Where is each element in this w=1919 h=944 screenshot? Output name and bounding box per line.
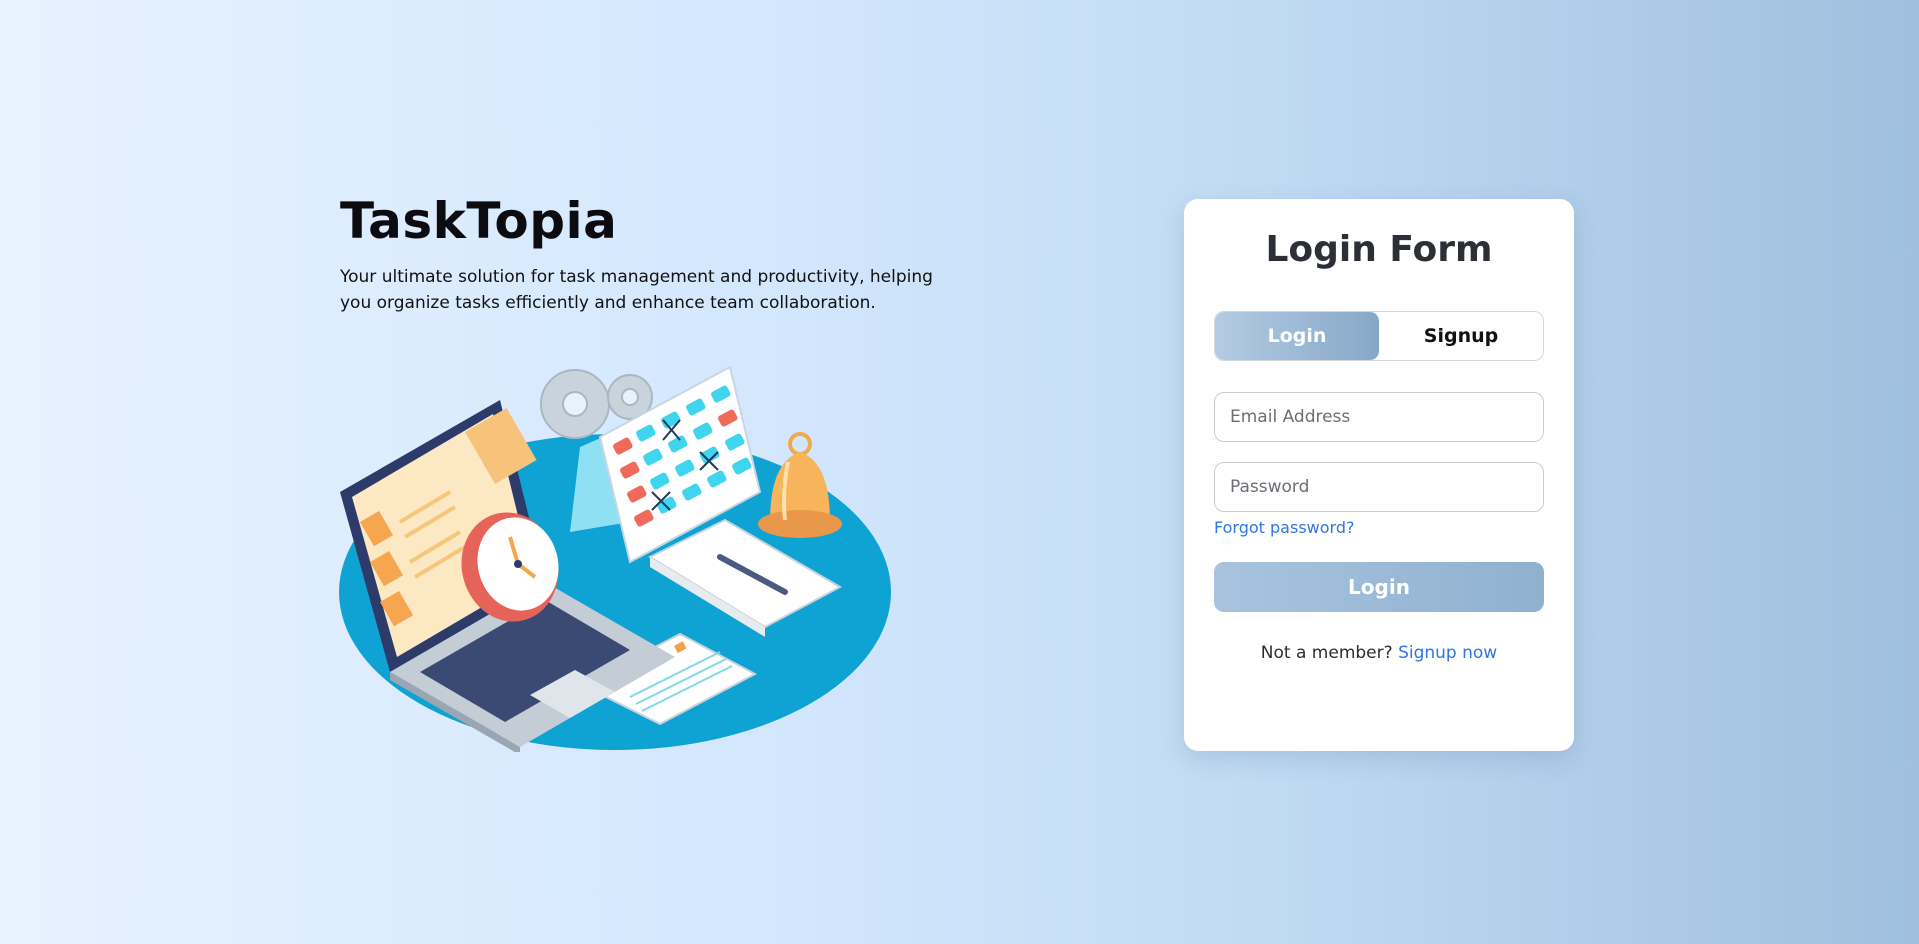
password-field[interactable]: [1214, 462, 1544, 512]
app-tagline: Your ultimate solution for task manageme…: [340, 267, 933, 313]
illustration-graphic: [339, 365, 891, 755]
tab-signup[interactable]: Signup: [1379, 312, 1543, 360]
email-field[interactable]: [1214, 392, 1544, 442]
app-title: TaskTopia: [340, 192, 618, 250]
login-submit-button[interactable]: Login: [1214, 562, 1544, 612]
task-management-illustration: [330, 352, 900, 755]
login-form-title: Login Form: [1265, 229, 1493, 270]
signup-prompt-text: Not a member?: [1260, 643, 1393, 663]
auth-mode-toggle: Login Signup: [1214, 311, 1544, 361]
login-card: Login Form Login Signup Forgot password?…: [1184, 199, 1574, 751]
tab-login[interactable]: Login: [1215, 312, 1379, 360]
signup-prompt: Not a member? Signup now: [1184, 643, 1574, 663]
brand-section: TaskTopia Your ultimate solution for tas…: [340, 188, 960, 316]
forgot-password-link[interactable]: Forgot password?: [1214, 518, 1354, 537]
signup-now-link[interactable]: Signup now: [1398, 643, 1497, 663]
